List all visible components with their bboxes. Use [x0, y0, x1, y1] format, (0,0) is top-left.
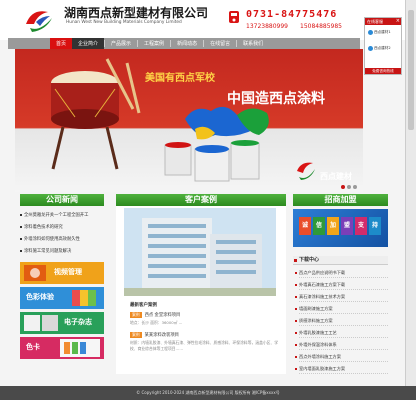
mobile-number-1: 13723880999 — [246, 23, 288, 30]
main-nav: 首页 企业简介 产品展示 工程案例 新闻动态 在线留言 联系我们 — [8, 38, 360, 49]
case-subheading: 最新客户案例 — [130, 303, 157, 308]
qq-contact-1[interactable]: 西点建材1 — [368, 30, 391, 35]
tile-colorcard[interactable]: 色卡 — [20, 337, 104, 359]
company-logo[interactable] — [22, 4, 56, 34]
nav-message[interactable]: 在线留言 — [204, 38, 236, 49]
page: 湖南西点新型建材有限公司 Hunan West New Building Mat… — [0, 0, 416, 400]
vertical-scrollbar[interactable] — [405, 0, 416, 386]
download-item[interactable]: 外墙真石漆施工方案下载 — [295, 280, 388, 290]
join-char: 盟 — [341, 217, 353, 235]
brand-name-en: Hunan West New Building Materials Compan… — [66, 20, 182, 25]
news-item[interactable]: 外墙涂料如何使用高效耐久性 — [20, 236, 80, 242]
tile-colorcard-label: 色卡 — [26, 343, 40, 351]
slider-pagination — [341, 185, 357, 189]
tile-color-label: 色彩体验 — [26, 293, 54, 301]
section-title-news[interactable]: 公司新闻 — [20, 194, 104, 206]
left-column: 公司新闻 全州莫雅龙开关一个工程全国开工 涂料着色技术的研究 外墙涂料如何使用高… — [18, 194, 104, 374]
middle-column: 客户案例 最新客户案例 案例 西点 金堂涂料项目 地点：长沙 面积：36000㎡… — [116, 194, 286, 374]
banner-brand: 西点建材 — [320, 172, 352, 181]
news-item[interactable]: 涂料施工常见问题及解决 — [19, 248, 71, 254]
download-item[interactable]: 外墙外保温涂料体系 — [295, 340, 388, 350]
phone-icon — [228, 10, 240, 24]
download-item[interactable]: 室内墙面乳胶漆施工方案 — [295, 364, 388, 374]
logo-swirl-icon — [26, 11, 52, 32]
case-description: 地点：长沙 面积：36000㎡ ... — [130, 320, 183, 325]
case-tag: 案例 — [130, 312, 142, 318]
nav-products[interactable]: 产品展示 — [105, 38, 137, 49]
case-item[interactable]: 案例 西点 金堂涂料项目 — [130, 312, 180, 318]
join-char: 诚 — [299, 217, 311, 235]
download-item[interactable]: 墙面刷漆施工方案 — [295, 304, 388, 314]
qq-contact-2[interactable]: 西点建材2 — [368, 46, 391, 51]
download-item[interactable]: 西点外墙涂料施工方案 — [295, 352, 388, 362]
slider-dot[interactable] — [347, 185, 351, 189]
footer: © Copyright 2010-2024 湖南西点新型建材有限公司 版权所有 … — [0, 386, 416, 400]
download-item[interactable]: 质感涂料施工方案 — [295, 316, 388, 326]
mobile-number-2: 15084885985 — [300, 23, 342, 30]
case-item[interactable]: 案例 某某涂料改装项目 — [130, 332, 179, 338]
qq-icon — [368, 30, 373, 35]
tile-color[interactable]: 色彩体验 — [20, 287, 104, 309]
slider-dot[interactable] — [353, 185, 357, 189]
service-panel-footer[interactable]: 免费咨询热线 — [365, 68, 401, 74]
case-description: 材质：内墙乳胶漆、外墙真石漆、弹性拉毛涂料、质感涂料、环保涂料等，涵盖小区、学校… — [130, 340, 279, 351]
download-item[interactable]: 真石漆涂料施工技术方案 — [295, 292, 388, 302]
join-banner[interactable]: 诚 信 加 盟 支 持 — [293, 209, 388, 247]
banner-slogan-2: 中国造西点涂料 — [227, 91, 325, 107]
online-service-panel: 在线客服 × 西点建材1 西点建材2 免费咨询热线 — [364, 17, 402, 75]
tile-video[interactable]: 视频管理 — [20, 262, 104, 284]
scrollbar-thumb[interactable] — [408, 10, 414, 130]
download-item[interactable]: 外墙乳胶漆施工工艺 — [295, 328, 388, 338]
news-item[interactable]: 全州莫雅龙开关一个工程全国开工 — [19, 212, 88, 218]
header: 湖南西点新型建材有限公司 Hunan West New Building Mat… — [0, 0, 416, 40]
join-char: 支 — [355, 217, 367, 235]
right-column: 招商加盟 诚 信 加 盟 支 持 下载中心 西点产品供应说明书下载 外墙真石漆施… — [293, 194, 388, 374]
nav-news[interactable]: 新闻动态 — [171, 38, 203, 49]
section-title-cases[interactable]: 客户案例 — [116, 194, 286, 206]
download-center-title[interactable]: 下载中心 — [293, 256, 388, 265]
join-char: 加 — [327, 217, 339, 235]
nav-cases[interactable]: 工程案例 — [138, 38, 170, 49]
news-item[interactable]: 涂料着色技术的研究 — [20, 224, 63, 230]
section-title-join[interactable]: 招商加盟 — [293, 194, 388, 206]
case-building-photo[interactable] — [124, 208, 276, 296]
tile-magazine-label: 电子杂志 — [64, 318, 92, 326]
download-item[interactable]: 西点产品供应说明书下载 — [295, 268, 388, 278]
qq-icon — [368, 46, 373, 51]
nav-about[interactable]: 企业简介 — [72, 38, 105, 49]
banner-slogan-1: 美国有西点军校 — [145, 73, 215, 84]
case-tag: 案例 — [130, 332, 142, 338]
nav-contact[interactable]: 联系我们 — [237, 38, 269, 49]
hero-banner[interactable]: 美国有西点军校 中国造西点涂料 西点建材 — [15, 49, 363, 192]
close-icon[interactable]: × — [396, 18, 400, 25]
join-char: 持 — [369, 217, 381, 235]
brand-name-cn: 湖南西点新型建材有限公司 — [64, 6, 209, 20]
slider-dot[interactable] — [341, 185, 345, 189]
hotline-number: 0731-84775476 — [246, 9, 338, 20]
tile-magazine[interactable]: 电子杂志 — [20, 312, 104, 334]
join-char: 信 — [313, 217, 325, 235]
tile-video-label: 视频管理 — [54, 268, 82, 276]
nav-home[interactable]: 首页 — [50, 38, 73, 49]
